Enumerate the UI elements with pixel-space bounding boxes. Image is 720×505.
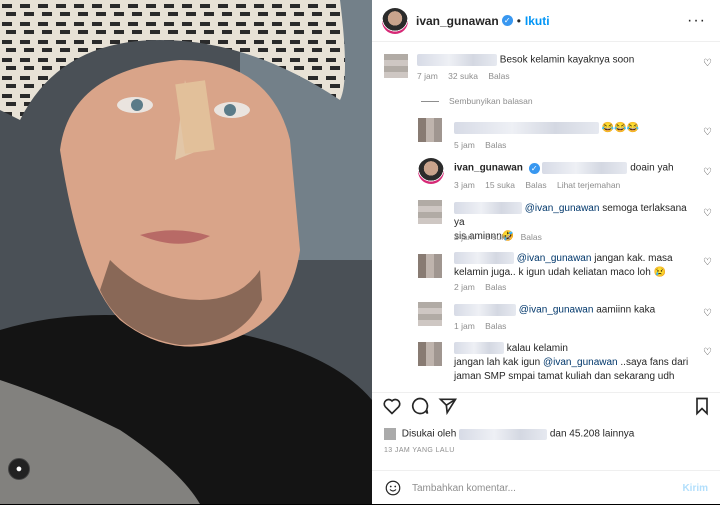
- blurred-liker[interactable]: [459, 428, 548, 440]
- comment-likes[interactable]: 3 suka: [485, 232, 510, 242]
- post-timestamp[interactable]: 13 JAM YANG LALU: [384, 447, 455, 454]
- separator-dot: •: [516, 13, 521, 28]
- comment-text-cont: kelamin juga.. k igun udah keliatan maco…: [454, 267, 667, 278]
- reply-button[interactable]: Balas: [485, 321, 506, 331]
- more-options-icon[interactable]: ···: [687, 12, 706, 30]
- blurred-username[interactable]: [454, 122, 599, 134]
- header-username[interactable]: ivan_gunawan: [416, 14, 499, 28]
- verified-badge-icon: ✓: [501, 15, 513, 26]
- blurred-username[interactable]: [454, 202, 522, 215]
- comment-body: ivan_gunawan ✓ doain yah: [454, 162, 674, 174]
- like-comment-heart-icon[interactable]: ♡: [703, 127, 712, 138]
- comment-body: 😂😂😂: [454, 122, 639, 134]
- save-bookmark-icon[interactable]: [692, 396, 712, 416]
- blurred-username[interactable]: [454, 342, 504, 355]
- reply-button[interactable]: Balas: [521, 232, 542, 242]
- likes-summary: Disukai oleh dan 45.208 lainnya: [384, 428, 634, 440]
- like-comment-heart-icon[interactable]: ♡: [703, 167, 712, 178]
- follow-button[interactable]: Ikuti: [525, 14, 550, 28]
- verified-badge-icon: ✓: [528, 162, 540, 174]
- add-comment-bar: Tambahkan komentar... Kirim: [372, 470, 720, 505]
- portrait-illustration: [0, 0, 372, 504]
- owner-avatar[interactable]: [418, 158, 444, 184]
- comment-time[interactable]: 7 jam: [417, 71, 438, 81]
- avatar[interactable]: [382, 7, 408, 34]
- like-comment-heart-icon[interactable]: ♡: [703, 257, 712, 268]
- comment-meta: 3 jam 15 suka Balas Lihat terjemahan: [454, 180, 628, 190]
- commenter-avatar[interactable]: [418, 342, 442, 366]
- share-icon[interactable]: [438, 396, 458, 416]
- comment-text: jangan kak. masa: [594, 253, 673, 264]
- blurred-username[interactable]: [454, 252, 514, 265]
- comments-list[interactable]: Besok kelamin kayaknya soon 7 jam 32 suk…: [372, 42, 720, 392]
- comment-meta: 5 jam Balas: [454, 140, 514, 150]
- reply-button[interactable]: Balas: [488, 71, 509, 81]
- likes-prefix: Disukai oleh: [401, 428, 457, 440]
- comment-input[interactable]: Tambahkan komentar...: [412, 483, 682, 494]
- mention-link[interactable]: @ivan_gunawan: [543, 357, 618, 368]
- comment-text: 😂😂😂: [601, 122, 640, 134]
- comment-bubble-icon[interactable]: [410, 396, 430, 416]
- comment-time[interactable]: 2 jam: [454, 282, 475, 292]
- like-comment-heart-icon[interactable]: ♡: [703, 58, 712, 69]
- post-actions: [372, 392, 720, 421]
- tagged-user-icon[interactable]: ●: [8, 458, 30, 480]
- comment-text: aamiinn kaka: [596, 304, 656, 316]
- commenter-avatar[interactable]: [384, 54, 408, 78]
- comment-time[interactable]: 2 jam: [454, 232, 475, 242]
- blurred-username[interactable]: [454, 304, 516, 316]
- comment-body: @ivan_gunawan aamiinn kaka: [454, 304, 655, 316]
- comment-body: kalau kelamin jangan lah kak igun @ivan_…: [454, 342, 694, 384]
- comment-time[interactable]: 3 jam: [454, 180, 475, 190]
- commenter-avatar[interactable]: [418, 254, 442, 278]
- like-heart-icon[interactable]: [382, 396, 402, 416]
- comment-meta: 2 jam 3 suka Balas: [454, 232, 550, 242]
- reply-button[interactable]: Balas: [525, 180, 546, 190]
- comment-likes[interactable]: 15 suka: [485, 180, 515, 190]
- liker-avatar[interactable]: [384, 428, 396, 440]
- post-photo[interactable]: ●: [0, 0, 372, 504]
- reply-button[interactable]: Balas: [485, 140, 506, 150]
- comment-text: kalau kelamin: [506, 343, 568, 354]
- comment-time[interactable]: 1 jam: [454, 321, 475, 331]
- instagram-post-modal: ● ivan_gunawan ✓ • Ikuti ··· Besok kelam…: [0, 0, 720, 504]
- mention-link[interactable]: @ivan_gunawan: [525, 203, 600, 214]
- emoji-icon[interactable]: [384, 479, 402, 497]
- post-header: ivan_gunawan ✓ • Ikuti ···: [372, 0, 720, 42]
- blurred-mention[interactable]: [542, 162, 628, 174]
- post-comment-button[interactable]: Kirim: [682, 483, 708, 494]
- like-comment-heart-icon[interactable]: ♡: [703, 308, 712, 319]
- comment-body: @ivan_gunawan jangan kak. masa kelamin j…: [454, 252, 694, 280]
- commenter-avatar[interactable]: [418, 200, 442, 224]
- comment-meta: 7 jam 32 suka Balas: [417, 71, 518, 81]
- comment-username[interactable]: ivan_gunawan: [454, 163, 523, 174]
- comment-time[interactable]: 5 jam: [454, 140, 475, 150]
- comment-text-cont: jaman SMP smpai tamat kuliah dan sekaran…: [454, 371, 675, 382]
- comment-text: doain yah: [630, 162, 674, 174]
- likes-count[interactable]: dan 45.208 lainnya: [550, 429, 635, 440]
- comment-meta: 1 jam Balas: [454, 321, 514, 331]
- comment-meta: 2 jam Balas: [454, 282, 514, 292]
- reply-button[interactable]: Balas: [485, 282, 506, 292]
- commenter-avatar[interactable]: [418, 302, 442, 326]
- mention-link[interactable]: @ivan_gunawan: [519, 305, 594, 316]
- hide-replies-button[interactable]: Sembunyikan balasan: [421, 96, 533, 106]
- comment-text: Besok kelamin kayaknya soon: [499, 54, 635, 66]
- blurred-username[interactable]: [417, 54, 497, 66]
- comment-text-cont: jangan lah kak igun: [454, 357, 541, 368]
- like-comment-heart-icon[interactable]: ♡: [703, 347, 712, 358]
- like-comment-heart-icon[interactable]: ♡: [703, 208, 712, 219]
- comment-text-cont: ..saya fans dari: [620, 357, 689, 368]
- post-sidebar: ivan_gunawan ✓ • Ikuti ··· Besok kelamin…: [372, 0, 720, 504]
- comment-body: Besok kelamin kayaknya soon: [417, 54, 634, 66]
- see-translation-button[interactable]: Lihat terjemahan: [557, 180, 620, 190]
- comment-likes[interactable]: 32 suka: [448, 71, 478, 81]
- commenter-avatar[interactable]: [418, 118, 442, 142]
- mention-link[interactable]: @ivan_gunawan: [517, 253, 592, 264]
